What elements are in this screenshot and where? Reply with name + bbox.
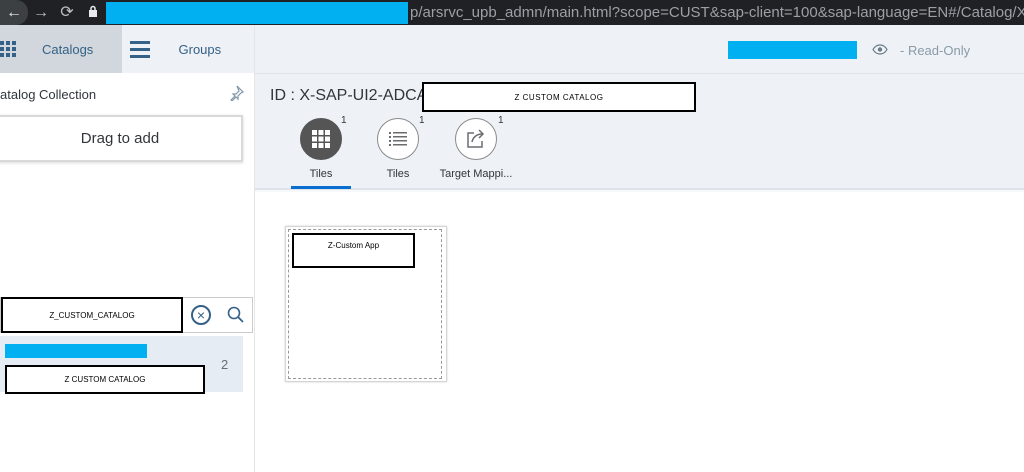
catalog-list-item[interactable]: Z CUSTOM CATALOG 2 <box>0 336 243 394</box>
forward-icon[interactable]: → <box>28 0 54 25</box>
grid-icon <box>300 118 342 160</box>
share-icon <box>455 118 497 160</box>
catalog-search: Z_CUSTOM_CATALOG × <box>0 297 253 333</box>
catalog-name: Z CUSTOM CATALOG <box>5 365 205 394</box>
menu-icon <box>129 40 150 58</box>
tab-count: 1 <box>498 115 504 126</box>
catalog-sidebar: Catalogs Groups atalog Collection Drag t… <box>0 25 255 472</box>
list-icon <box>377 118 419 160</box>
browser-toolbar: ← → ⟳ p/arsrvc_upb_admn/main.html?scope=… <box>0 0 1024 25</box>
drag-to-add-zone[interactable]: Drag to add <box>0 115 243 162</box>
reload-icon[interactable]: ⟳ <box>54 0 80 25</box>
lock-icon <box>88 5 104 20</box>
object-header: ID : X-SAP-UI2-ADCAT Z CUSTOM CATALOG 1 … <box>255 74 1024 190</box>
redaction-block <box>5 344 147 358</box>
selected-indicator <box>291 186 351 189</box>
tile-title: Z-Custom App <box>292 233 415 268</box>
sidebar-tabs: Catalogs Groups <box>0 25 254 73</box>
redaction-block <box>728 41 857 59</box>
collection-title: atalog Collection <box>0 87 97 102</box>
eye-icon <box>872 42 888 55</box>
read-only-label: - Read-Only <box>900 43 971 58</box>
catalog-title: Z CUSTOM CATALOG <box>422 82 696 112</box>
tab-groups[interactable]: Groups <box>121 25 254 73</box>
search-icon[interactable] <box>226 304 246 326</box>
pin-icon[interactable] <box>228 85 245 105</box>
grid-icon <box>0 41 16 57</box>
tab-label: Target Mappi... <box>439 168 513 180</box>
catalog-id: ID : X-SAP-UI2-ADCAT <box>270 87 436 104</box>
tab-target-mappings[interactable]: 1 Target Mappi... <box>431 115 521 180</box>
tab-catalogs[interactable]: Catalogs <box>0 25 122 73</box>
clear-icon[interactable]: × <box>191 305 211 325</box>
tab-catalogs-label: Catalogs <box>42 41 94 57</box>
back-icon[interactable]: ← <box>0 0 28 25</box>
tile-count: 2 <box>221 357 229 372</box>
tab-groups-label: Groups <box>178 41 222 57</box>
url-redaction <box>106 1 408 24</box>
tab-count: 1 <box>341 115 347 126</box>
search-input[interactable]: Z_CUSTOM_CATALOG <box>1 297 183 333</box>
tab-label: Tiles <box>386 168 410 180</box>
tab-count: 1 <box>419 115 425 126</box>
address-bar[interactable]: p/arsrvc_upb_admn/main.html?scope=CUST&s… <box>408 4 1024 21</box>
shell-header: - Read-Only <box>255 25 1024 74</box>
tab-tiles-list[interactable]: 1 Tiles <box>353 115 443 180</box>
